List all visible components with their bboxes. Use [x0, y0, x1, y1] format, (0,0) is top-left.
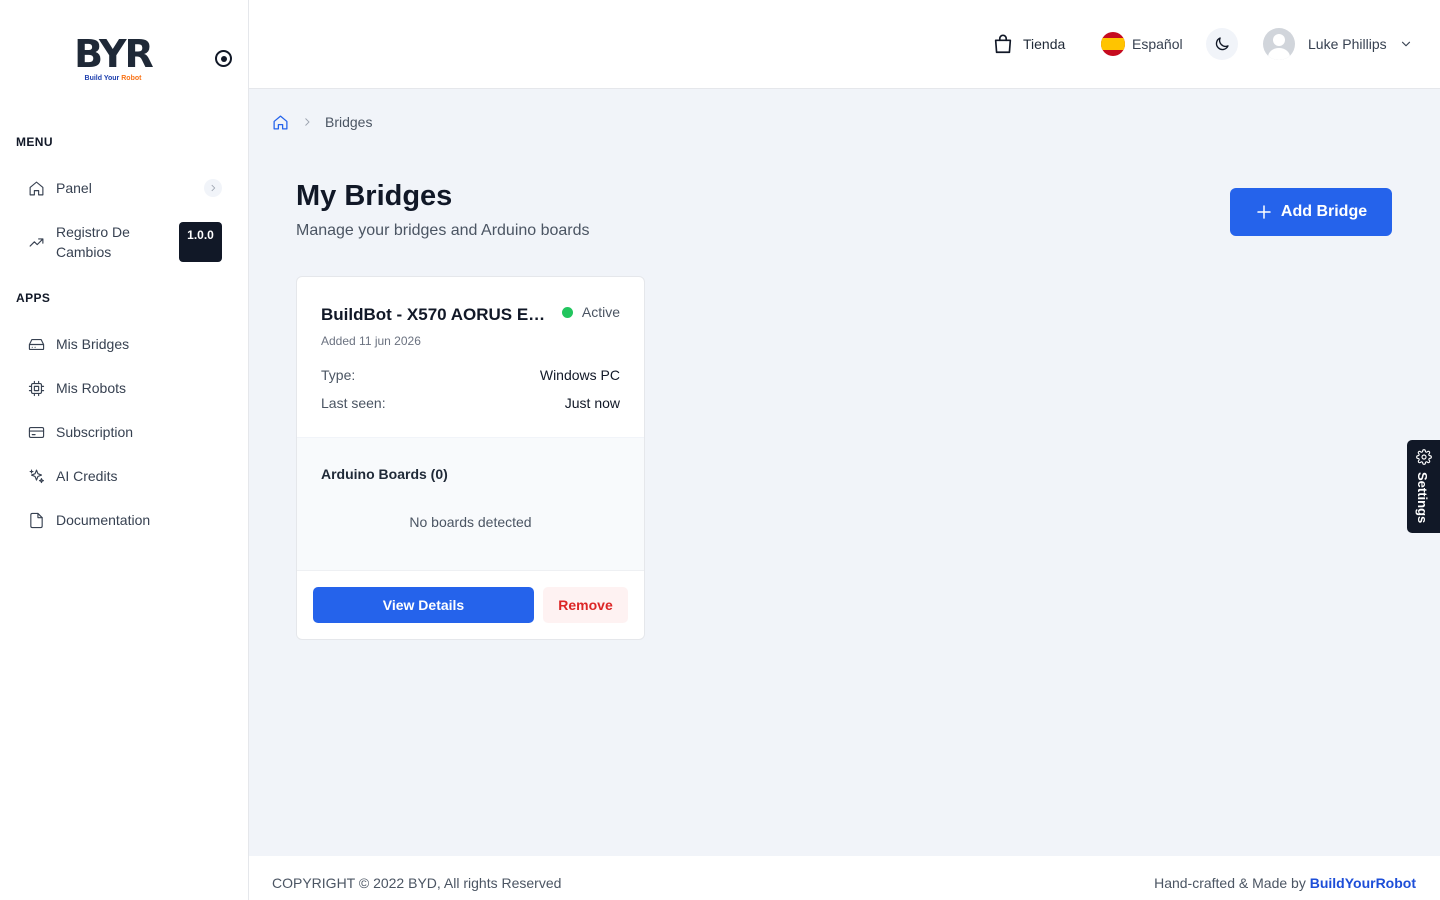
moon-icon [1206, 28, 1238, 60]
bridge-added-date: Added 11 jun 2026 [321, 334, 421, 348]
footer: COPYRIGHT © 2022 BYD, All rights Reserve… [249, 856, 1440, 900]
plus-icon [1257, 205, 1271, 219]
sidebar-item-label: Registro De Cambios [56, 224, 130, 260]
sidebar-item-label: Panel [56, 180, 92, 196]
page-subtitle: Manage your bridges and Arduino boards [296, 222, 590, 239]
chevron-right-icon [204, 179, 222, 197]
logo-text: BYR [74, 32, 154, 76]
settings-label: Settings [1415, 472, 1430, 524]
shop-link[interactable]: Tienda [992, 28, 1065, 60]
status-label: Active [581, 304, 620, 320]
made-by-prefix: Hand-crafted & Made by [1154, 875, 1310, 891]
bridge-card: BuildBot - X570 AORUS ELITE Active Added… [296, 276, 645, 640]
spain-flag-icon [1101, 32, 1125, 56]
bridge-type-row: Type: Windows PC [321, 367, 620, 383]
credit-card-icon [16, 424, 56, 441]
menu-section-label: MENU [16, 135, 53, 149]
trending-up-icon [16, 234, 56, 251]
type-label: Type: [321, 367, 356, 383]
made-by-text: Hand-crafted & Made by BuildYourRobot [1154, 875, 1416, 891]
logo-tagline: Build Your Robot [84, 75, 142, 82]
sidebar-item-documentation[interactable]: Documentation [16, 500, 232, 540]
version-badge: 1.0.0 [179, 222, 222, 262]
last-seen-value: Just now [564, 395, 620, 411]
add-bridge-label: Add Bridge [1280, 203, 1368, 220]
breadcrumb-current: Bridges [325, 114, 373, 130]
sidebar: BYR Build Your Robot MENU Panel Registro… [0, 0, 249, 900]
home-icon [16, 180, 56, 197]
sidebar-item-ai-credits[interactable]: AI Credits [16, 456, 232, 496]
user-menu[interactable]: Luke Phillips [1263, 28, 1413, 60]
shop-label: Tienda [1023, 36, 1066, 52]
view-details-button[interactable]: View Details [313, 587, 534, 623]
sidebar-item-label: Mis Bridges [56, 336, 130, 352]
remove-button[interactable]: Remove [543, 587, 628, 623]
cpu-icon [16, 380, 56, 397]
sidebar-item-changelog[interactable]: Registro De Cambios 1.0.0 [16, 220, 232, 264]
arduino-boards-title: Arduino Boards (0) [321, 466, 448, 482]
logo[interactable]: BYR Build Your Robot [70, 32, 156, 86]
status-dot [561, 306, 573, 318]
chevron-right-icon [289, 116, 325, 128]
apps-section-label: APPS [16, 291, 51, 305]
copyright-text: COPYRIGHT © 2022 BYD, All rights Reserve… [272, 875, 562, 891]
boards-empty-message: No boards detected [409, 514, 532, 530]
sparkles-icon [16, 468, 56, 485]
breadcrumb: Bridges [272, 112, 372, 132]
home-breadcrumb-icon[interactable] [272, 114, 289, 131]
sidebar-item-label: Documentation [56, 512, 151, 528]
hard-drive-icon [16, 336, 56, 353]
sidebar-item-label: Mis Robots [56, 380, 127, 396]
bridge-title: BuildBot - X570 AORUS ELITE [321, 305, 551, 324]
arduino-boards-section: Arduino Boards (0) No boards detected [297, 437, 644, 571]
made-by-link[interactable]: BuildYourRobot [1310, 875, 1416, 891]
last-seen-label: Last seen: [321, 395, 386, 411]
top-header: Tienda Español Luke Phillips [249, 0, 1440, 89]
settings-tab[interactable]: Settings [1407, 440, 1440, 533]
language-label: Español [1132, 36, 1183, 52]
sidebar-collapse-toggle[interactable] [215, 50, 232, 67]
language-selector[interactable]: Español [1101, 28, 1183, 60]
type-value: Windows PC [539, 367, 620, 383]
page-title: My Bridges [296, 180, 453, 212]
chevron-down-icon [1399, 37, 1413, 51]
shopping-bag-icon [992, 33, 1014, 55]
bridge-last-seen-row: Last seen: Just now [321, 395, 620, 411]
theme-toggle[interactable] [1206, 28, 1238, 60]
status-badge: Active [561, 304, 620, 320]
sidebar-item-panel[interactable]: Panel [16, 168, 232, 208]
file-icon [16, 512, 56, 529]
sidebar-item-subscription[interactable]: Subscription [16, 412, 232, 452]
add-bridge-button[interactable]: Add Bridge [1230, 188, 1392, 236]
user-name: Luke Phillips [1308, 36, 1387, 52]
gear-icon [1416, 449, 1432, 465]
sidebar-item-mis-robots[interactable]: Mis Robots [16, 368, 232, 408]
sidebar-item-mis-bridges[interactable]: Mis Bridges [16, 324, 232, 364]
sidebar-item-label: AI Credits [56, 468, 118, 484]
avatar [1263, 28, 1295, 60]
sidebar-item-label: Subscription [56, 424, 134, 440]
